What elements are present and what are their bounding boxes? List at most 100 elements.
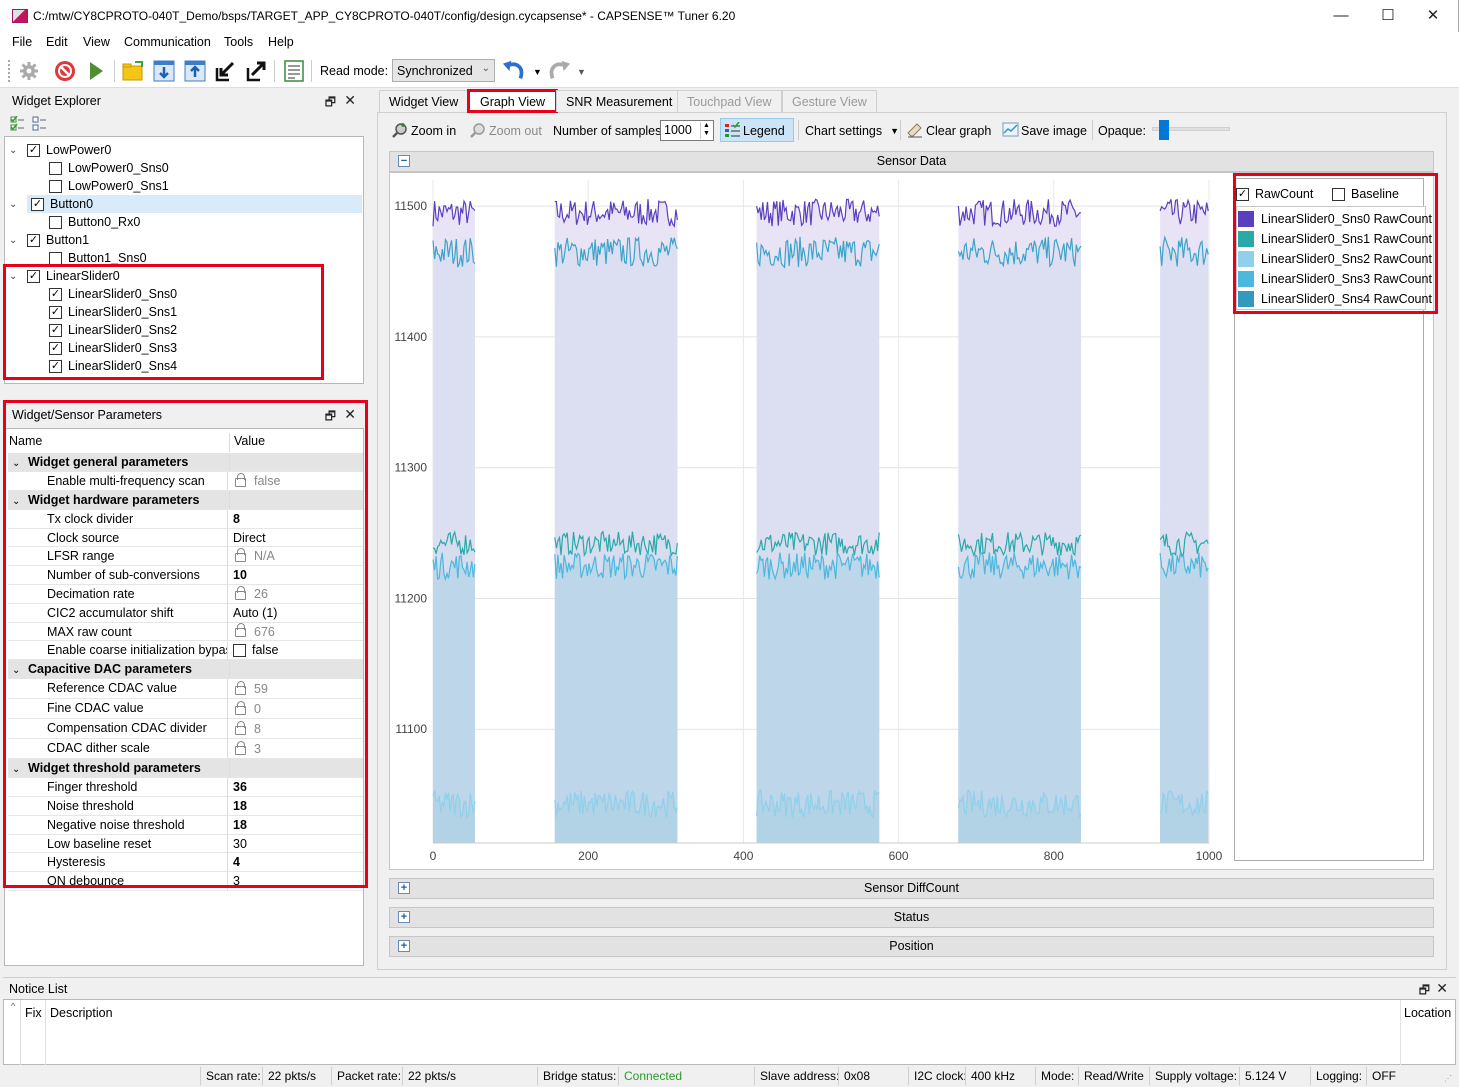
param-row[interactable]: Fine CDAC value 0 (8, 699, 363, 720)
rawcount-toggle[interactable]: ✓ RawCount (1236, 187, 1313, 201)
param-value[interactable]: 18 (228, 797, 363, 815)
menu-view[interactable]: View (83, 35, 110, 49)
checkbox-unchecked[interactable] (49, 215, 62, 229)
param-value[interactable]: false (228, 641, 363, 659)
minimize-button[interactable]: — (1321, 4, 1361, 28)
param-row[interactable]: Noise threshold 18 (8, 797, 363, 816)
sensor-diffcount-header[interactable]: + Sensor DiffCount (389, 878, 1434, 899)
param-checkbox[interactable] (233, 643, 246, 657)
tree-item[interactable]: ✓ LinearSlider0_Sns3 (49, 339, 177, 357)
read-mode-select[interactable]: Synchronized ⌄ (392, 59, 495, 82)
param-value[interactable]: 8 (228, 510, 363, 528)
chevron-down-icon[interactable]: ⌄ (9, 235, 23, 246)
zoom-out-button[interactable]: Zoom out (470, 121, 542, 141)
clear-graph-button[interactable]: Clear graph (907, 121, 991, 141)
samples-spinbox[interactable]: 1000 ▲ ▼ (660, 120, 714, 141)
spin-arrows-icon[interactable]: ▲ ▼ (700, 122, 712, 139)
expand-icon[interactable]: + (398, 911, 410, 923)
param-value[interactable]: 30 (228, 835, 363, 853)
param-row[interactable]: Tx clock divider 8 (8, 509, 363, 529)
menu-edit[interactable]: Edit (46, 35, 68, 49)
param-row[interactable]: LFSR range N/A (8, 547, 363, 567)
redo-icon[interactable] (547, 59, 571, 83)
param-row[interactable]: Enable coarse initialization bypass false (8, 641, 363, 661)
checkbox-checked[interactable]: ✓ (27, 233, 40, 247)
close-icon[interactable]: ✕ (344, 92, 356, 109)
undo-dropdown-icon[interactable]: ▼ (533, 67, 542, 77)
chevron-down-icon[interactable]: ⌄ (9, 199, 27, 210)
param-value[interactable]: Direct (228, 529, 363, 547)
param-row[interactable]: Number of sub-conversions 10 (8, 566, 363, 585)
close-icon[interactable]: ✕ (1436, 980, 1448, 997)
legend-item[interactable]: LinearSlider0_Sns3 RawCount (1238, 269, 1432, 289)
checkbox-unchecked[interactable] (49, 179, 62, 193)
menu-tools[interactable]: Tools (224, 35, 253, 49)
checkbox-checked[interactable]: ✓ (49, 341, 62, 355)
param-row[interactable]: Reference CDAC value 59 (8, 679, 363, 700)
read-from-device-icon[interactable] (152, 59, 176, 83)
param-row[interactable]: Negative noise threshold 18 (8, 815, 363, 835)
checkbox-checked[interactable]: ✓ (27, 143, 40, 157)
param-group[interactable]: ⌄ Capacitive DAC parameters (8, 660, 363, 680)
tree-item[interactable]: ✓ LinearSlider0_Sns2 (49, 321, 177, 339)
tab-snr-measurement[interactable]: SNR Measurement (556, 90, 683, 112)
resize-grip-icon[interactable]: ⋰ (1444, 1074, 1452, 1083)
checkbox-checked[interactable]: ✓ (49, 287, 62, 301)
tree-item[interactable]: LowPower0_Sns1 (49, 177, 169, 195)
start-icon[interactable] (84, 59, 108, 83)
sensor-data-header[interactable]: − Sensor Data (389, 151, 1434, 172)
param-value[interactable]: 10 (228, 566, 363, 584)
param-row[interactable]: Decimation rate 26 (8, 585, 363, 604)
param-value[interactable]: 18 (228, 816, 363, 834)
redo-dropdown-icon[interactable]: ▼ (577, 67, 586, 77)
open-folder-icon[interactable] (121, 59, 145, 83)
legend-item[interactable]: LinearSlider0_Sns4 RawCount (1238, 289, 1432, 309)
param-row[interactable]: Finger threshold 36 (8, 778, 363, 797)
tab-widget-view[interactable]: Widget View (379, 90, 469, 112)
param-row[interactable]: Compensation CDAC divider 8 (8, 719, 363, 740)
tree-item[interactable]: ⌄ ✓ LinearSlider0 (9, 267, 120, 285)
close-button[interactable]: ✕ (1413, 4, 1453, 28)
param-row[interactable]: Clock source Direct (8, 528, 363, 548)
chevron-down-icon[interactable]: ⌄ (12, 662, 28, 678)
expand-icon[interactable]: + (398, 882, 410, 894)
legend-item[interactable]: LinearSlider0_Sns1 RawCount (1238, 229, 1432, 249)
checkbox-checked[interactable]: ✓ (49, 323, 62, 337)
chevron-down-icon[interactable]: ⌄ (12, 761, 28, 777)
maximize-button[interactable]: ☐ (1368, 4, 1408, 28)
param-group[interactable]: ⌄ Widget hardware parameters (8, 490, 363, 510)
checkbox-unchecked[interactable] (49, 161, 62, 175)
menu-help[interactable]: Help (268, 35, 294, 49)
param-value[interactable]: Auto (1) (228, 604, 363, 622)
baseline-checkbox[interactable] (1332, 187, 1345, 201)
chevron-down-icon[interactable]: ⌄ (12, 493, 28, 509)
close-icon[interactable]: ✕ (344, 406, 356, 423)
param-row[interactable]: CDAC dither scale 3 (8, 739, 363, 760)
zoom-in-button[interactable]: Zoom in (392, 121, 456, 141)
tab-gesture-view[interactable]: Gesture View (782, 90, 877, 112)
col-fix[interactable]: Fix (25, 1006, 42, 1020)
chevron-down-icon[interactable]: ⌄ (9, 145, 23, 156)
param-row[interactable]: CIC2 accumulator shift Auto (1) (8, 603, 363, 623)
uncheck-all-icon[interactable] (32, 116, 48, 132)
tree-item[interactable]: ✓ LinearSlider0_Sns4 (49, 357, 177, 375)
baseline-toggle[interactable]: Baseline (1332, 187, 1399, 201)
rawcount-checkbox[interactable]: ✓ (1236, 187, 1249, 201)
export-icon[interactable] (244, 59, 268, 83)
checkbox-checked[interactable]: ✓ (49, 359, 62, 373)
tree-item[interactable]: LowPower0_Sns0 (49, 159, 169, 177)
import-icon[interactable] (213, 59, 237, 83)
tree-item[interactable]: ⌄ ✓ Button0 (9, 195, 362, 213)
tree-item[interactable]: ✓ LinearSlider0_Sns1 (49, 303, 177, 321)
float-icon[interactable]: 🗗 (325, 93, 336, 114)
legend-item[interactable]: LinearSlider0_Sns2 RawCount (1238, 249, 1432, 269)
legend-item[interactable]: LinearSlider0_Sns0 RawCount (1238, 209, 1432, 229)
checkbox-checked[interactable]: ✓ (27, 269, 40, 283)
opaque-slider-thumb[interactable] (1158, 120, 1169, 140)
status-header[interactable]: + Status (389, 907, 1434, 928)
param-value[interactable]: 4 (228, 853, 363, 871)
menu-file[interactable]: File (12, 35, 32, 49)
tab-graph-view[interactable]: Graph View (467, 89, 559, 113)
expand-icon[interactable]: + (398, 940, 410, 952)
chevron-down-icon[interactable]: ⌄ (12, 455, 28, 471)
